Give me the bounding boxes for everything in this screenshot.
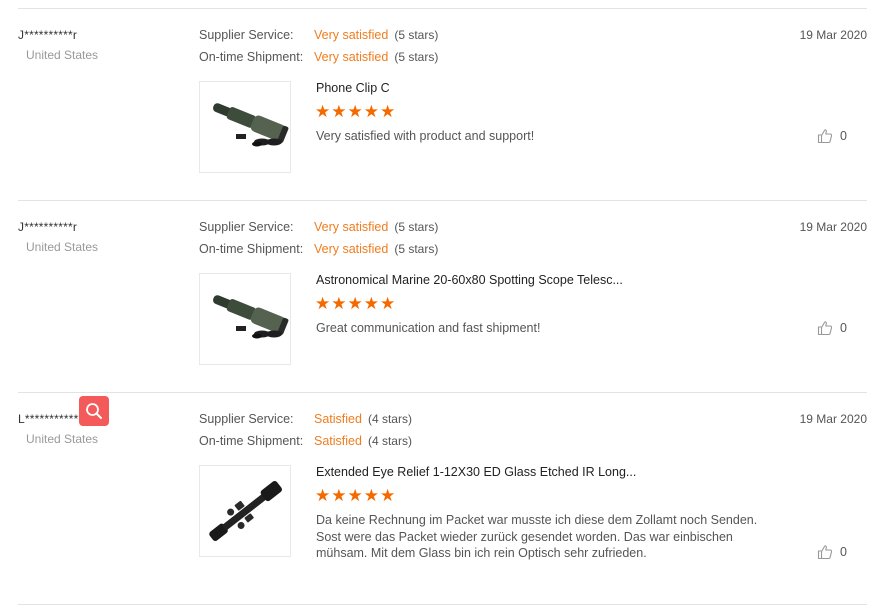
review-item: L*************d United States Supplier S… (18, 392, 867, 585)
spotting-scope-image (213, 103, 289, 147)
ontime-shipment-stars: (5 stars) (394, 50, 439, 64)
helpful-button[interactable]: 0 (817, 544, 847, 560)
helpful-button[interactable]: 0 (817, 320, 847, 336)
ontime-shipment-rating: On-time Shipment: Very satisfied (5 stars) (199, 50, 438, 64)
ontime-shipment-rating: On-time Shipment: Very satisfied (5 stars) (199, 242, 438, 256)
zoom-search-button[interactable] (79, 396, 109, 426)
supplier-service-rating: Supplier Service: Very satisfied (5 stars) (199, 28, 438, 42)
product-rating-stars: ★★★★★ (315, 102, 397, 121)
supplier-service-label: Supplier Service: (199, 28, 294, 42)
supplier-service-value: Very satisfied (314, 28, 389, 42)
supplier-service-label: Supplier Service: (199, 220, 294, 234)
buyer-name: J**********r (18, 220, 78, 234)
buyer-country: United States (26, 432, 99, 446)
ontime-shipment-label: On-time Shipment: (199, 434, 304, 448)
review-text: Da keine Rechnung im Packet war musste i… (316, 513, 758, 560)
helpful-count: 0 (840, 129, 847, 143)
buyer-country: United States (26, 240, 99, 254)
review-date: 19 Mar 2020 (799, 412, 867, 426)
supplier-service-value: Very satisfied (314, 220, 389, 234)
spotting-scope-image (213, 295, 289, 339)
buyer-country: United States (26, 48, 99, 62)
supplier-service-value: Satisfied (314, 412, 362, 426)
divider (18, 604, 867, 605)
ontime-shipment-stars: (4 stars) (367, 434, 412, 448)
ontime-shipment-label: On-time Shipment: (199, 242, 304, 256)
ontime-shipment-label: On-time Shipment: (199, 50, 304, 64)
ontime-shipment-rating: On-time Shipment: Satisfied (4 stars) (199, 434, 412, 448)
review-text: Very satisfied with product and support! (316, 129, 535, 143)
helpful-count: 0 (840, 321, 847, 335)
ontime-shipment-value: Very satisfied (314, 242, 389, 256)
product-rating-stars: ★★★★★ (315, 294, 397, 313)
helpful-button[interactable]: 0 (817, 128, 847, 144)
supplier-service-stars: (4 stars) (367, 412, 412, 426)
ontime-shipment-stars: (5 stars) (394, 242, 439, 256)
product-thumbnail[interactable] (199, 273, 291, 365)
supplier-service-rating: Supplier Service: Very satisfied (5 stars) (199, 220, 438, 234)
product-title[interactable]: Phone Clip C (316, 81, 390, 95)
supplier-service-stars: (5 stars) (394, 220, 439, 234)
review-text: Great communication and fast shipment! (316, 321, 541, 335)
ontime-shipment-value: Very satisfied (314, 50, 389, 64)
review-date: 19 Mar 2020 (799, 220, 867, 234)
supplier-service-stars: (5 stars) (394, 28, 439, 42)
review-item: J**********r United States Supplier Serv… (18, 8, 867, 201)
supplier-service-label: Supplier Service: (199, 412, 294, 426)
buyer-name: J**********r (18, 28, 78, 42)
review-date: 19 Mar 2020 (799, 28, 867, 42)
supplier-service-rating: Supplier Service: Satisfied (4 stars) (199, 412, 412, 426)
product-thumbnail[interactable] (199, 465, 291, 557)
product-title[interactable]: Astronomical Marine 20-60x80 Spotting Sc… (316, 273, 623, 287)
product-rating-stars: ★★★★★ (315, 486, 397, 505)
product-title[interactable]: Extended Eye Relief 1-12X30 ED Glass Etc… (316, 465, 636, 479)
thumbs-up-icon (817, 321, 833, 336)
rifle-scope-image (209, 481, 282, 541)
review-item: J**********r United States Supplier Serv… (18, 200, 867, 393)
product-thumbnail[interactable] (199, 81, 291, 173)
thumbs-up-icon (817, 545, 833, 560)
search-icon (86, 403, 102, 419)
thumbs-up-icon (817, 129, 833, 144)
ontime-shipment-value: Satisfied (314, 434, 362, 448)
helpful-count: 0 (840, 545, 847, 559)
